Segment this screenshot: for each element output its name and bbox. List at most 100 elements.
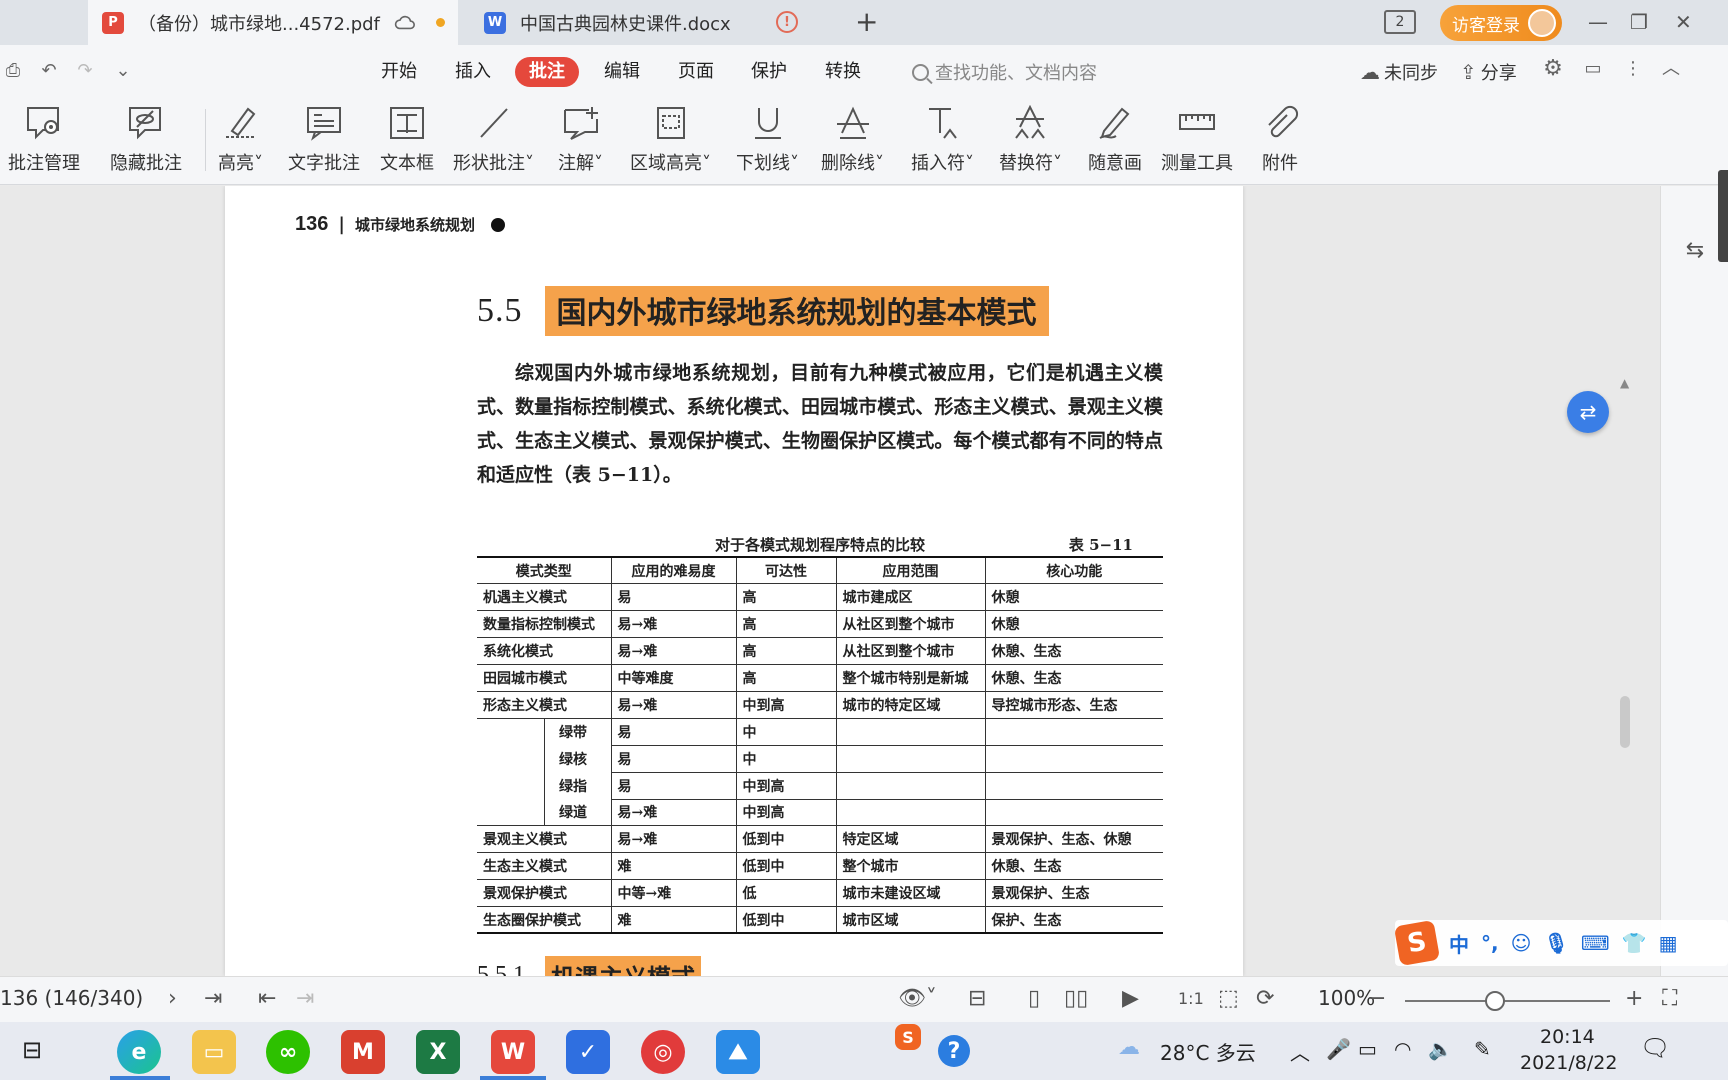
search-input[interactable]: 查找功能、文档内容 — [912, 59, 1097, 85]
multi-window-button[interactable]: 2 — [1384, 10, 1416, 34]
ribbon-annotation-manage[interactable]: 批注管理 — [8, 103, 80, 181]
back-icon[interactable]: ⇤ — [258, 986, 276, 1011]
ribbon-insert-caret[interactable]: 插入符˅ — [911, 103, 974, 181]
notification-icon[interactable]: 🗨 — [1640, 1034, 1670, 1062]
battery-icon[interactable]: ▭ — [1358, 1037, 1377, 1061]
zoom-slider-handle[interactable] — [1485, 991, 1506, 1011]
menu-convert[interactable]: 转换 — [825, 57, 861, 87]
quick-access-dropdown-icon[interactable]: ⌄ — [112, 60, 134, 82]
ribbon-underline[interactable]: 下划线˅ — [736, 103, 799, 181]
login-button[interactable]: 访客登录 — [1440, 5, 1562, 41]
convert-icon[interactable]: ⇆ — [1661, 238, 1728, 263]
wps-icon[interactable]: W — [491, 1030, 535, 1074]
tray-expand-icon[interactable]: ︿ — [1290, 1037, 1310, 1066]
excel-icon[interactable]: X — [416, 1030, 460, 1074]
menu-edit[interactable]: 编辑 — [604, 57, 640, 87]
tab-docx[interactable]: W 中国古典园林史课件.docx ! — [470, 0, 840, 45]
comment-icon[interactable]: ▭ — [1582, 58, 1604, 80]
sync-button[interactable]: ☁ 未同步 — [1360, 59, 1438, 85]
netease-music-icon[interactable]: ◎ — [641, 1030, 685, 1074]
fullscreen-icon[interactable]: ⛶ — [1662, 986, 1677, 1011]
page-indicator[interactable]: 136 (146/340) — [0, 986, 143, 1010]
close-icon[interactable]: ✕ — [1675, 10, 1692, 34]
help-icon[interactable]: ? — [938, 1035, 970, 1067]
ribbon-textbox[interactable]: 文本框 — [380, 103, 434, 181]
ribbon-ruler[interactable]: 测量工具 — [1161, 103, 1233, 181]
menu-protect[interactable]: 保护 — [751, 57, 787, 87]
tab-label: 中国古典园林史课件.docx — [520, 13, 731, 35]
print-icon[interactable]: ⎙ — [2, 60, 24, 82]
toolbox-icon[interactable]: ▦ — [1659, 931, 1678, 955]
menu-start[interactable]: 开始 — [381, 57, 417, 87]
redo-icon[interactable]: ↷ — [74, 60, 96, 82]
actual-size-icon[interactable]: 1:1 — [1178, 989, 1204, 1008]
wechat-icon[interactable]: ∞ — [266, 1030, 310, 1074]
single-page-icon[interactable]: ▯ — [1028, 986, 1040, 1011]
wifi-icon[interactable]: ◠ — [1394, 1037, 1411, 1061]
share-button[interactable]: ⇪ 分享 — [1460, 59, 1517, 85]
ime-mode-label[interactable]: 中 — [1449, 929, 1469, 958]
punctuation-icon[interactable]: °, — [1481, 931, 1499, 955]
zoom-level[interactable]: 100% — [1318, 986, 1375, 1010]
clock-time[interactable]: 20:14 — [1540, 1026, 1595, 1048]
ribbon-strikethrough[interactable]: 删除线˅ — [821, 103, 884, 181]
fit-page-icon[interactable]: ⬚ — [1218, 986, 1239, 1011]
ribbon-hide-annotation[interactable]: 隐藏批注 — [110, 103, 182, 181]
fit-width-icon[interactable]: ⊟ — [968, 986, 986, 1011]
collapse-ribbon-icon[interactable]: ︿ — [1660, 58, 1682, 80]
sogou-tray-icon[interactable]: S — [895, 1024, 921, 1050]
scroll-up-icon[interactable]: ▲ — [1620, 376, 1629, 390]
zoom-in-icon[interactable]: + — [1625, 986, 1643, 1011]
microphone-tray-icon[interactable]: 🎤 — [1326, 1037, 1351, 1061]
eye-protect-icon[interactable]: 👁˅ — [898, 986, 937, 1011]
scrollbar-thumb[interactable] — [1620, 696, 1630, 748]
cloud-icon[interactable] — [394, 12, 416, 32]
new-tab-button[interactable]: + — [855, 8, 878, 36]
ribbon-text-annotation[interactable]: 文字批注 — [288, 103, 360, 181]
photos-app-icon[interactable]: ⛰ — [716, 1030, 760, 1074]
ribbon-attachment[interactable]: 附件 — [1259, 103, 1301, 181]
menu-insert[interactable]: 插入 — [455, 57, 491, 87]
last-page-icon[interactable]: ⇥ — [204, 986, 222, 1011]
mail-app-icon[interactable]: M — [341, 1030, 385, 1074]
pen-icon[interactable]: ✎ — [1474, 1037, 1491, 1061]
weather-text[interactable]: 28°C 多云 — [1160, 1037, 1256, 1066]
security-shield-icon[interactable]: ✓ — [566, 1030, 610, 1074]
ribbon-replace-caret[interactable]: 替换符˅ — [999, 103, 1062, 181]
play-icon[interactable]: ▶ — [1122, 986, 1139, 1011]
zoom-out-icon[interactable]: − — [1368, 986, 1386, 1011]
restore-icon[interactable]: ❐ — [1630, 10, 1648, 34]
task-view-icon[interactable]: ⊟ — [22, 1036, 42, 1064]
ribbon-shape-annotation[interactable]: 形状批注˅ — [453, 103, 534, 181]
next-page-icon[interactable]: › — [168, 986, 177, 1011]
document-viewport[interactable]: 136 | 城市绿地系统规划 5.5 国内外城市绿地系统规划的基本模式 综观国内… — [0, 186, 1660, 976]
clock-date[interactable]: 2021/8/22 — [1520, 1052, 1617, 1074]
edge-browser-icon[interactable]: e — [117, 1030, 161, 1074]
volume-icon[interactable]: 🔈 — [1428, 1037, 1453, 1061]
keyboard-icon[interactable]: ⌨ — [1581, 931, 1610, 955]
file-explorer-icon[interactable]: ▭ — [192, 1030, 236, 1074]
ribbon-note[interactable]: 注解˅ — [558, 103, 603, 181]
emoji-icon[interactable]: ☺ — [1511, 931, 1532, 955]
dual-page-icon[interactable]: ▯▯ — [1064, 986, 1088, 1011]
tab-pdf[interactable]: P （备份）城市绿地...4572.pdf — [88, 0, 458, 45]
menu-annotate[interactable]: 批注 — [515, 57, 579, 87]
skin-icon[interactable]: 👕 — [1622, 931, 1647, 955]
ribbon-freehand-draw[interactable]: 随意画 — [1088, 103, 1142, 181]
warning-icon[interactable]: ! — [776, 11, 798, 33]
undo-icon[interactable]: ↶ — [38, 60, 60, 82]
highlight-icon — [220, 103, 262, 143]
ribbon-area-highlight[interactable]: 区域高亮˅ — [630, 103, 711, 181]
rotate-icon[interactable]: ⟳ — [1256, 986, 1274, 1011]
forward-icon[interactable]: ⇥ — [296, 986, 314, 1011]
bullet-icon — [490, 217, 505, 232]
minimize-icon[interactable]: — — [1588, 10, 1608, 34]
ribbon-highlight[interactable]: 高亮˅ — [218, 103, 263, 181]
zoom-slider[interactable] — [1405, 1000, 1610, 1002]
ime-toolbar[interactable]: S 中 °, ☺ 🎙 ⌨ 👕 ▦ — [1393, 919, 1728, 967]
menu-page[interactable]: 页面 — [678, 57, 714, 87]
more-icon[interactable]: ⋮ — [1622, 58, 1644, 80]
translate-fab-icon[interactable]: ⇄ — [1567, 391, 1609, 433]
microphone-icon[interactable]: 🎙 — [1543, 931, 1568, 955]
gear-icon[interactable]: ⚙ — [1542, 58, 1564, 80]
